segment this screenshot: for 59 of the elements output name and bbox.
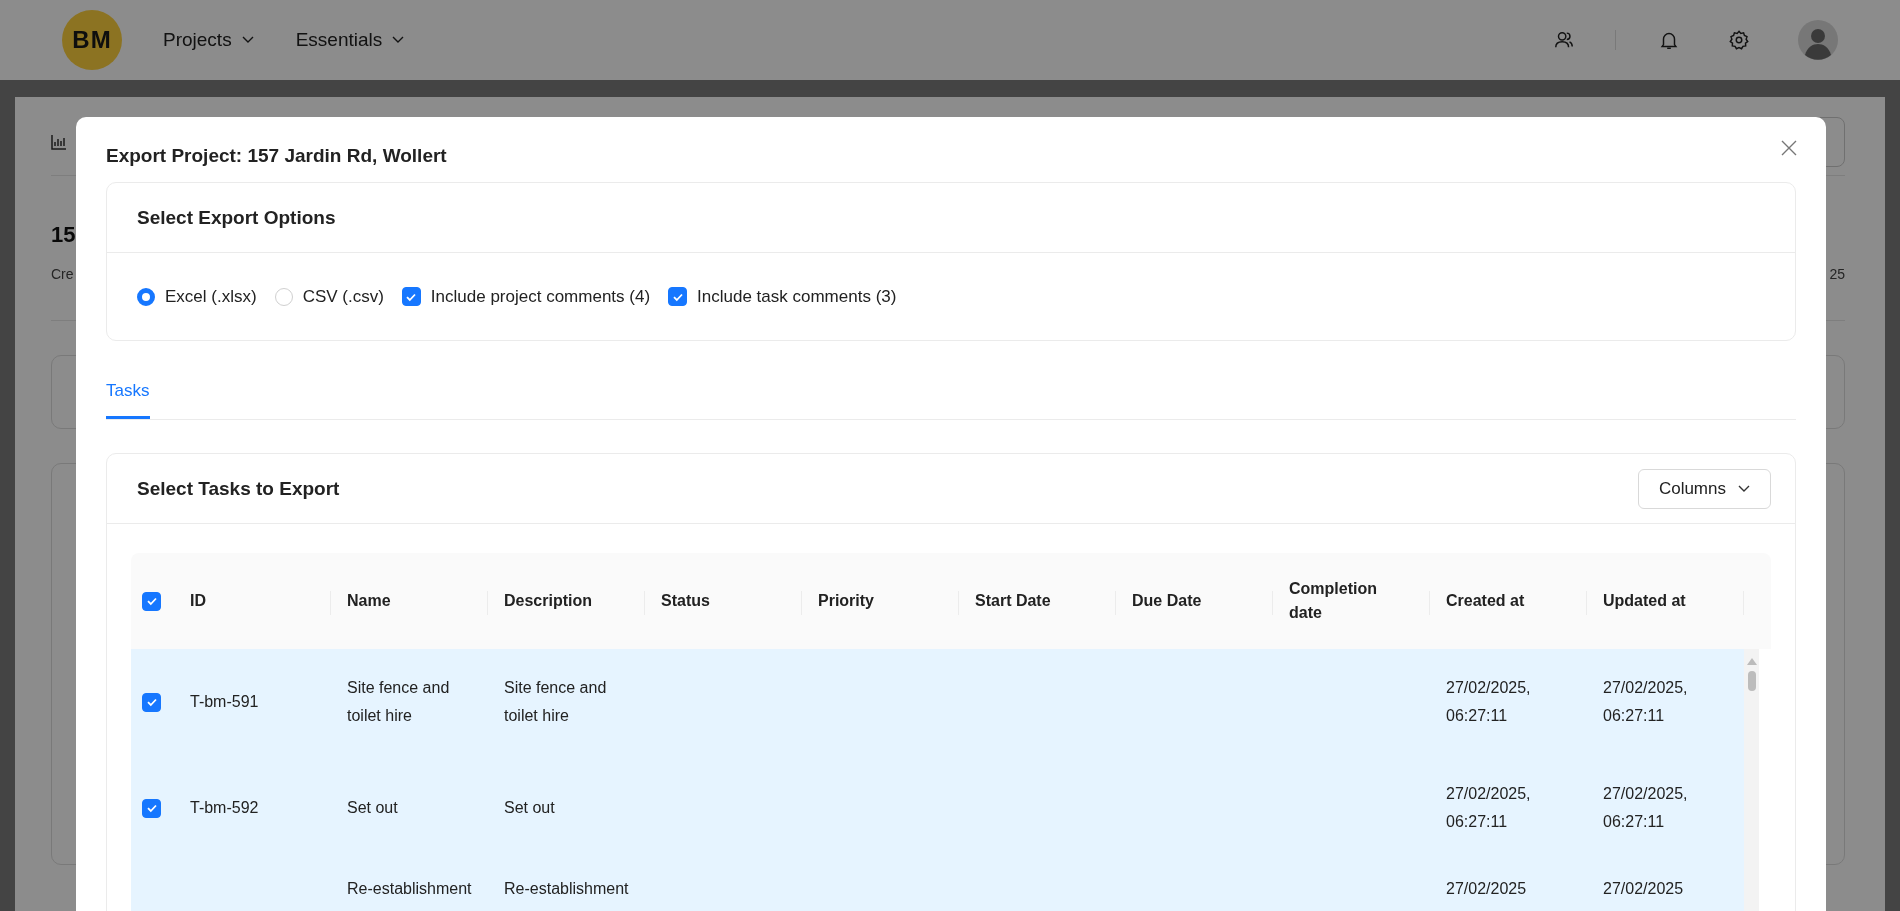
table-cell-text: T-bm-591 bbox=[190, 692, 259, 712]
table-cell-text: Set out bbox=[504, 798, 555, 818]
check-icon bbox=[145, 595, 158, 607]
settings-icon[interactable] bbox=[1728, 29, 1750, 51]
nav-menu[interactable]: Essentials bbox=[295, 29, 405, 51]
column-header[interactable]: Description bbox=[504, 589, 592, 613]
close-icon[interactable] bbox=[1781, 139, 1797, 156]
checkbox[interactable] bbox=[401, 287, 421, 306]
table-row[interactable]: T-bm-592 Set out Set out 27/02/2025, 06:27:11 27/02/2025, 06:27:11 bbox=[131, 755, 1744, 861]
date-text: 25 bbox=[1829, 266, 1845, 282]
dialog-title: Export Project: 157 Jardin Rd, Wollert bbox=[106, 143, 447, 167]
column-header[interactable]: Due Date bbox=[1132, 589, 1202, 613]
avatar-icon[interactable] bbox=[1798, 20, 1838, 60]
caret-icon bbox=[241, 36, 254, 44]
column-header[interactable]: Priority bbox=[818, 589, 874, 613]
card-title: Select Tasks to Export bbox=[137, 477, 340, 500]
caret-icon bbox=[1738, 484, 1750, 493]
column-header[interactable]: Updated at bbox=[1603, 589, 1686, 613]
option-label: CSV (.csv) bbox=[302, 286, 384, 307]
table-cell-text: 27/02/2025 bbox=[1603, 879, 1684, 899]
column-header[interactable]: Completion date bbox=[1289, 577, 1414, 625]
checkbox[interactable] bbox=[142, 591, 161, 611]
option-label: Excel (.xlsx) bbox=[165, 286, 257, 307]
table-row[interactable]: Re-establishment Re-establishment 27/02/2025 27/02/2025 bbox=[131, 861, 1744, 911]
table-cell-text: Site fence and toilet hire bbox=[504, 678, 608, 726]
scrollbar-thumb[interactable] bbox=[1747, 671, 1756, 691]
nav-menu[interactable]: Projects bbox=[163, 29, 254, 51]
table-cell-text: T-bm-592 bbox=[190, 798, 259, 818]
option-label: Include project comments (4) bbox=[430, 286, 651, 307]
table-cell-text: 27/02/2025 bbox=[1446, 879, 1527, 899]
checkbox[interactable] bbox=[142, 692, 161, 712]
table-cell-text: Re-establishment bbox=[504, 879, 629, 899]
project-title: 15 bbox=[51, 222, 77, 248]
bar-chart-icon bbox=[51, 134, 67, 150]
column-header[interactable]: ID bbox=[190, 589, 206, 613]
table-cell-text: 27/02/2025, 06:27:11 bbox=[1446, 678, 1532, 726]
option-label: Include task comments (3) bbox=[697, 286, 897, 307]
card-title: Select Export Options bbox=[137, 206, 336, 229]
checkbox[interactable] bbox=[668, 287, 688, 306]
table-cell-text: Re-establishment bbox=[347, 879, 472, 899]
tab[interactable]: Tasks bbox=[106, 381, 151, 419]
caret-icon bbox=[392, 36, 405, 44]
check-icon bbox=[145, 802, 158, 814]
created-text: Cre bbox=[51, 266, 74, 282]
table-row[interactable]: T-bm-591 Site fence and toilet hire Site fence and toilet hire 27/02/2025, 06:27:11 27/02/2025, 06:27:11 bbox=[131, 649, 1744, 755]
table-cell-text: 27/02/2025, 06:27:11 bbox=[1446, 784, 1532, 832]
column-header[interactable]: Name bbox=[347, 589, 391, 613]
check-icon bbox=[145, 696, 158, 708]
column-header[interactable]: Status bbox=[661, 589, 710, 613]
table-cell-text: 27/02/2025, 06:27:11 bbox=[1603, 678, 1689, 726]
radio-button[interactable] bbox=[137, 287, 155, 306]
table-cell-text: 27/02/2025, 06:27:11 bbox=[1603, 784, 1689, 832]
column-header[interactable]: Start Date bbox=[975, 589, 1051, 613]
logo[interactable]: BM bbox=[62, 10, 122, 70]
table-cell-text: Set out bbox=[347, 798, 398, 818]
column-header[interactable]: Created at bbox=[1446, 589, 1525, 613]
columns-button[interactable]: Columns bbox=[1637, 468, 1771, 509]
table-cell-text: Site fence and toilet hire bbox=[347, 678, 451, 726]
checkbox[interactable] bbox=[142, 798, 161, 818]
